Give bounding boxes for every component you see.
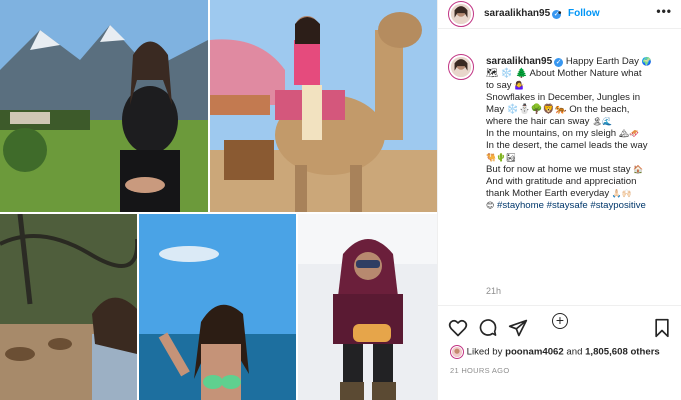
caption-line: to say 🤷‍♀️ (486, 80, 672, 92)
caption-line: But for now at home we must stay 🏠 (486, 164, 672, 176)
caption-text: to say (486, 80, 512, 91)
caption-timestamp[interactable]: 21h (486, 286, 501, 296)
caption-line: In the mountains, on my sleigh 🏔🛷 (486, 128, 672, 140)
caption-line: 🐫🌵🏜 (486, 152, 672, 164)
heart-icon[interactable] (448, 318, 468, 338)
caption-text: But for now at home we must stay (486, 164, 631, 175)
photo-camel-ride (210, 0, 437, 212)
separator-dot: • (558, 8, 562, 19)
liker-username-link[interactable]: poonam4062 (505, 347, 564, 358)
caption-line: Snowflakes in December, Jungles in (486, 92, 672, 104)
photo-snow (298, 214, 437, 400)
photo-beach (139, 214, 296, 400)
hashtag-link[interactable]: #staysafe (547, 200, 588, 211)
action-bar (438, 316, 681, 340)
comment-bubble-icon[interactable] (478, 318, 498, 338)
shrug-icon: 🤷‍♀️ (514, 81, 525, 90)
paper-plane-icon[interactable] (508, 318, 528, 338)
bookmark-icon[interactable] (652, 318, 672, 338)
caption-text: 🗺 ❄️ 🌲 About Mother Nature what (486, 68, 642, 79)
caption-text: In the mountains, on my sleigh (486, 128, 617, 139)
caption-text: In the desert, the camel leads the way (486, 140, 648, 151)
avatar[interactable] (448, 54, 474, 80)
caption-text: And with gratitude and appreciation (486, 176, 637, 187)
caption-username[interactable]: saraalikhan95 (486, 56, 552, 67)
username-link[interactable]: saraalikhan95 ✓ (484, 8, 562, 19)
caption-line: May ❄️⛄🌳🦁🐅 On the beach, (486, 104, 672, 116)
more-options-icon[interactable]: ••• (656, 4, 672, 18)
avatar[interactable] (448, 1, 474, 27)
caption-line: saraalikhan95 ✓ Happy Earth Day 🌍 (486, 56, 672, 68)
caption-line: And with gratitude and appreciation (486, 176, 672, 188)
caption-text: thank Mother Earth everyday (486, 188, 610, 199)
mountain-sleigh-icon: 🏔🛷 (618, 129, 639, 138)
smile-icon: 😊 (486, 201, 495, 210)
caption-text: Snowflakes in December, Jungles in (486, 92, 641, 103)
beach-wave-icon: 🏝🌊 (592, 117, 613, 126)
avatar[interactable] (450, 345, 464, 359)
post-time-ago[interactable]: 21 HOURS AGO (450, 366, 509, 375)
caption-hashtags: 😊 #stayhome #staysafe #staypositive (486, 200, 672, 212)
caption-text: Happy Earth Day (565, 56, 639, 67)
and-label: and (566, 346, 583, 358)
praying-hands-icon: 🙏🏻🙌🏻 (611, 189, 632, 198)
divider (438, 305, 681, 306)
post-media-collage[interactable] (0, 0, 437, 400)
post-header: saraalikhan95 ✓ • Follow ••• (438, 0, 681, 29)
caption-text: ❄️⛄🌳🦁🐅 On the beach, (506, 104, 630, 115)
likes-summary: Liked by poonam4062 and 1,805,608 others (450, 345, 660, 359)
caption-text: May (486, 104, 505, 115)
hashtag-link[interactable]: #staypositive (590, 200, 645, 211)
caption-line: 🗺 ❄️ 🌲 About Mother Nature what (486, 68, 672, 80)
caption-line: In the desert, the camel leads the way (486, 140, 672, 152)
caption-line: where the hair can sway 🏝🌊 (486, 116, 672, 128)
camel-desert-icon: 🐫🌵🏜 (486, 153, 517, 162)
caption-area: saraalikhan95 ✓ Happy Earth Day 🌍 🗺 ❄️ 🌲 … (438, 48, 681, 329)
post-side-panel: saraalikhan95 ✓ • Follow ••• saraalikhan9… (437, 0, 681, 400)
caption-text: where the hair can sway (486, 116, 590, 127)
globe-icon: 🌍 (641, 57, 652, 66)
follow-button[interactable]: Follow (568, 8, 600, 19)
hashtag-link[interactable]: #stayhome (497, 200, 544, 211)
photo-forest (0, 214, 137, 400)
house-icon: 🏠 (633, 165, 644, 174)
username-text: saraalikhan95 (484, 8, 551, 19)
photo-mountains (0, 0, 208, 212)
post-caption: saraalikhan95 ✓ Happy Earth Day 🌍 🗺 ❄️ 🌲 … (486, 56, 672, 212)
caption-line: thank Mother Earth everyday 🙏🏻🙌🏻 (486, 188, 672, 200)
others-count-link[interactable]: 1,805,608 others (585, 347, 660, 358)
verified-badge-icon: ✓ (554, 58, 564, 67)
liked-by-label: Liked by (466, 346, 503, 358)
